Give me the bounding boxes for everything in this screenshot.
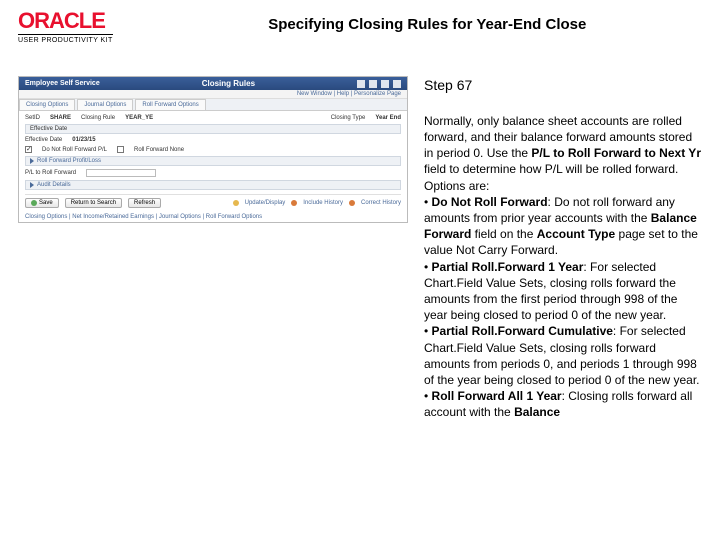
correct-link[interactable]: Correct History <box>361 200 401 206</box>
section-roll-forward-pl[interactable]: Roll Forward Profit/Loss <box>25 156 401 166</box>
app-topbar: Employee Self Service Closing Rules <box>19 77 407 90</box>
setid-value: SHARE <box>50 115 71 121</box>
closetype-label: Closing Type <box>331 115 366 121</box>
audit-title: Audit Details <box>37 182 71 188</box>
intro-text-2: field to determine how P/L will be rolle… <box>424 162 678 192</box>
bullet-4: • Roll Forward All 1 Year: Closing rolls… <box>424 389 692 419</box>
pl-rollforward-select[interactable] <box>86 169 156 177</box>
closetype-value: Year End <box>375 115 401 121</box>
checkbox-rollforward-none[interactable] <box>117 146 124 153</box>
instruction-text: Normally, only balance sheet accounts ar… <box>424 113 702 421</box>
return-label: Return to Search <box>71 200 116 206</box>
chevron-right-icon <box>30 182 34 188</box>
bullet-3: • Partial Roll.Forward Cumulative: For s… <box>424 324 700 387</box>
update-icon <box>233 200 239 206</box>
brand-logo: ORACLE USER PRODUCTIVITY KIT <box>18 10 113 44</box>
app-footer-links[interactable]: Closing Options | Net Income/Retained Ea… <box>19 212 407 222</box>
return-button[interactable]: Return to Search <box>65 198 122 208</box>
b4-bold: Roll Forward All 1 Year <box>432 389 562 403</box>
search-icon[interactable] <box>369 80 377 88</box>
home-icon[interactable] <box>357 80 365 88</box>
effdate-label2: Effective Date <box>25 137 62 143</box>
flag-icon[interactable] <box>381 80 389 88</box>
b1-bold3: Account Type <box>537 227 615 241</box>
chk2-label: Roll Forward None <box>134 147 184 153</box>
tab-journal-options[interactable]: Journal Options <box>77 99 133 110</box>
tab-closing-options[interactable]: Closing Options <box>19 99 75 110</box>
b1-text-2: field on the <box>471 227 536 241</box>
history-icon <box>291 200 297 206</box>
bullet-1: • Do Not Roll Forward: Do not roll forwa… <box>424 195 698 258</box>
effdate-label: Effective Date <box>30 126 67 132</box>
brand-name: ORACLE <box>18 10 105 32</box>
correct-icon <box>349 200 355 206</box>
setid-label: SetID <box>25 115 40 121</box>
content-area: Employee Self Service Closing Rules New … <box>0 52 720 420</box>
checkbox-no-rollforward[interactable] <box>25 146 32 153</box>
section-effective-date: Effective Date <box>25 124 401 134</box>
refresh-label: Refresh <box>134 200 155 206</box>
brand-subtitle: USER PRODUCTIVITY KIT <box>18 34 113 44</box>
b3-bold: Partial Roll.Forward Cumulative <box>432 324 613 338</box>
app-screenshot: Employee Self Service Closing Rules New … <box>18 76 408 420</box>
b1-bold: Do Not Roll Forward <box>432 195 548 209</box>
rule-value: YEAR_YE <box>125 115 153 121</box>
app-window: Employee Self Service Closing Rules New … <box>18 76 408 223</box>
refresh-button[interactable]: Refresh <box>128 198 161 208</box>
tab-roll-forward[interactable]: Roll Forward Options <box>135 99 205 110</box>
app-page-title: Closing Rules <box>100 79 357 88</box>
page-header: ORACLE USER PRODUCTIVITY KIT Specifying … <box>0 0 720 52</box>
app-button-row: Save Return to Search Refresh Update/Dis… <box>25 194 401 208</box>
history-link[interactable]: Include History <box>303 200 343 206</box>
pl-rollforward-label: P/L to Roll Forward <box>25 170 76 176</box>
save-button[interactable]: Save <box>25 198 59 208</box>
intro-bold-1: P/L to Roll Forward to Next Yr <box>531 146 701 160</box>
update-link[interactable]: Update/Display <box>245 200 286 206</box>
effdate-value: 01/23/15 <box>72 137 95 143</box>
save-icon <box>31 200 37 206</box>
app-body: SetID SHARE Closing Rule YEAR_YE Closing… <box>19 111 407 212</box>
chevron-right-icon <box>30 158 34 164</box>
app-help-links[interactable]: New Window | Help | Personalize Page <box>19 90 407 99</box>
app-tabs: Closing Options Journal Options Roll For… <box>19 99 407 111</box>
app-topbar-icons <box>357 80 401 88</box>
section-title: Roll Forward Profit/Loss <box>37 158 101 164</box>
app-nav-title: Employee Self Service <box>25 80 100 87</box>
page-title: Specifying Closing Rules for Year-End Cl… <box>113 10 702 33</box>
rule-label: Closing Rule <box>81 115 115 121</box>
menu-icon[interactable] <box>393 80 401 88</box>
chk1-label: Do Not Roll Forward P/L <box>42 147 107 153</box>
step-label: Step 67 <box>424 76 702 95</box>
instruction-column: Step 67 Normally, only balance sheet acc… <box>424 76 702 420</box>
bullet-2: • Partial Roll.Forward 1 Year: For selec… <box>424 260 677 323</box>
b4-bold2: Balance <box>514 405 560 419</box>
save-label: Save <box>39 200 53 206</box>
section-audit-details[interactable]: Audit Details <box>25 180 401 190</box>
b2-bold: Partial Roll.Forward 1 Year <box>432 260 584 274</box>
